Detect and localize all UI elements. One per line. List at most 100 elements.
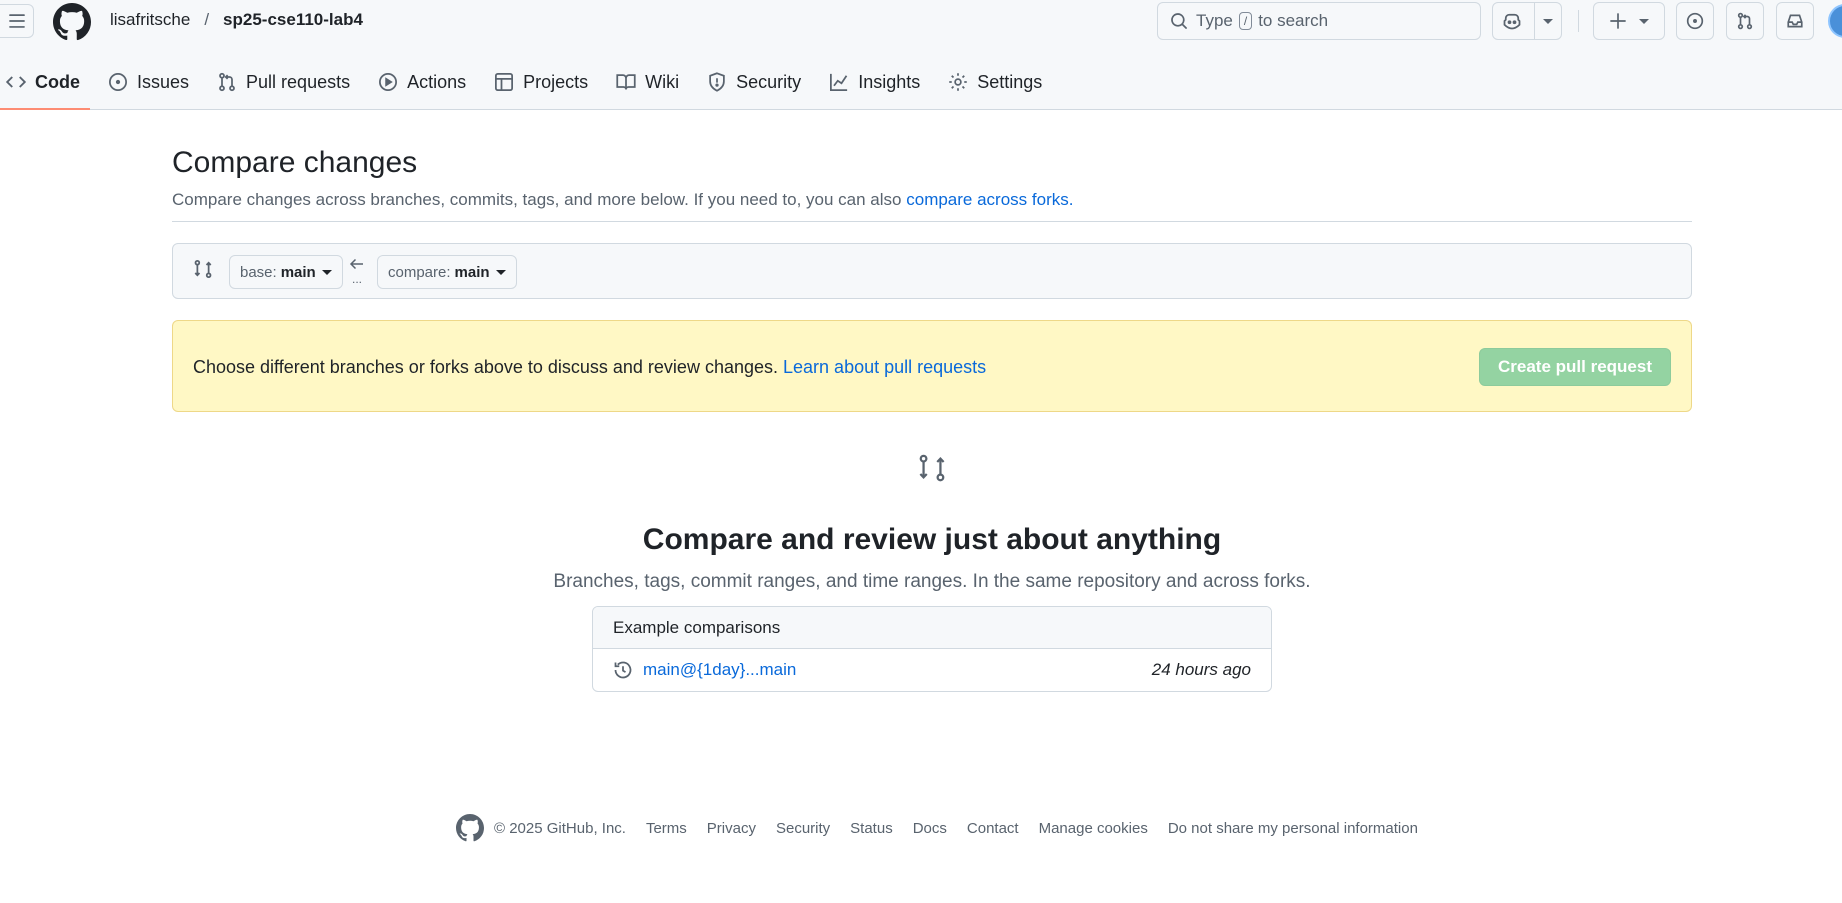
repo-nav: Code Issues Pull requests Actions Projec… — [0, 60, 1064, 110]
chevron-down-icon — [321, 269, 332, 275]
blankslate-text: Branches, tags, commit ranges, and time … — [553, 571, 1311, 592]
base-value: main — [280, 263, 316, 281]
copyright: © 2025 GitHub, Inc. — [494, 819, 626, 837]
create-dropdown-caret-icon — [1639, 18, 1649, 24]
blankslate: Compare and review just about anything B… — [172, 450, 1692, 593]
flash-message-text: Choose different branches or forks above… — [193, 357, 778, 377]
owner-link[interactable]: lisafritsche — [110, 10, 190, 30]
tab-label: Settings — [977, 71, 1043, 92]
blankslate-heading: Compare and review just about anything — [642, 523, 1222, 556]
issues-button[interactable] — [1676, 2, 1714, 40]
compare-label: compare: — [388, 263, 451, 281]
search-suffix: to search — [1258, 11, 1329, 30]
menu-button[interactable] — [0, 4, 34, 38]
avatar[interactable] — [1828, 4, 1842, 38]
issue-icon — [1686, 12, 1704, 30]
tab-security[interactable]: Security — [701, 60, 811, 104]
tab-wiki[interactable]: Wiki — [610, 60, 689, 104]
tab-label: Issues — [137, 71, 190, 92]
footer-link-status[interactable]: Status — [850, 820, 893, 837]
base-label: base: — [240, 263, 277, 281]
subtitle-text: Compare changes across branches, commits… — [172, 190, 902, 209]
tab-issues[interactable]: Issues — [102, 60, 199, 104]
breadcrumb: lisafritsche / sp25-cse110-lab4 — [110, 10, 363, 30]
arrow-left-icon — [349, 258, 363, 270]
tab-label: Projects — [523, 71, 589, 92]
range-editor: base: main ... compare: main — [172, 243, 1692, 299]
footer-link-docs[interactable]: Docs — [913, 820, 947, 837]
inbox-icon — [1787, 14, 1803, 28]
footer-link-manage-cookies[interactable]: Manage cookies — [1039, 820, 1148, 837]
learn-pull-requests-link[interactable]: Learn about pull requests — [783, 357, 986, 377]
example-comparisons-header: Example comparisons — [593, 607, 1271, 649]
repo-link[interactable]: sp25-cse110-lab4 — [223, 10, 363, 30]
tab-pull-requests[interactable]: Pull requests — [211, 60, 360, 104]
hamburger-icon — [8, 14, 25, 28]
inbox-button[interactable] — [1776, 2, 1814, 40]
example-comparisons: Example comparisons main@{1day}...main 2… — [592, 606, 1272, 692]
tab-code[interactable]: Code — [0, 60, 90, 110]
search-shortcut-key: / — [1238, 12, 1253, 30]
create-new-button[interactable] — [1593, 2, 1665, 40]
graph-icon — [829, 72, 849, 92]
pull-request-icon — [1737, 12, 1753, 30]
list-item: main@{1day}...main 24 hours ago — [593, 649, 1271, 691]
flash-message: Choose different branches or forks above… — [172, 320, 1692, 412]
example-comparison-link[interactable]: main@{1day}...main — [643, 660, 796, 680]
top-bar: lisafritsche / sp25-cse110-lab4 Type / t… — [0, 0, 1842, 44]
range-arrow: ... — [349, 256, 365, 286]
flash-text: Choose different branches or forks above… — [193, 357, 986, 378]
tab-label: Actions — [407, 71, 467, 92]
page-subtitle: Compare changes across branches, commits… — [172, 190, 1073, 210]
tab-settings[interactable]: Settings — [942, 60, 1052, 104]
history-icon — [613, 660, 633, 680]
divider — [172, 221, 1692, 222]
tab-insights[interactable]: Insights — [823, 60, 930, 104]
breadcrumb-separator: / — [204, 10, 210, 29]
code-icon — [6, 72, 26, 92]
footer-link-security[interactable]: Security — [776, 820, 830, 837]
shield-icon — [707, 72, 727, 92]
search-prefix: Type — [1196, 11, 1233, 30]
issue-icon — [108, 72, 128, 92]
play-icon — [378, 72, 398, 92]
range-dots: ... — [351, 272, 362, 286]
pull-request-icon — [217, 72, 237, 92]
header-divider — [1578, 10, 1579, 32]
github-logo-icon[interactable] — [53, 3, 91, 41]
tab-actions[interactable]: Actions — [372, 60, 476, 104]
tab-label: Security — [736, 71, 802, 92]
tab-label: Wiki — [645, 71, 680, 92]
footer-link-do-not-share[interactable]: Do not share my personal information — [1168, 820, 1418, 837]
copilot-icon — [1503, 13, 1520, 30]
tab-label: Insights — [858, 71, 921, 92]
table-icon — [494, 72, 514, 92]
copilot-dropdown-caret-icon — [1542, 18, 1553, 24]
compare-branch-select[interactable]: compare: main — [377, 255, 517, 289]
copilot-button[interactable] — [1492, 2, 1562, 40]
tab-label: Code — [35, 71, 80, 92]
book-icon — [616, 72, 636, 92]
search-icon — [1170, 12, 1188, 30]
compare-switch-icon[interactable] — [193, 259, 213, 279]
footer-link-contact[interactable]: Contact — [967, 820, 1019, 837]
create-pull-request-button[interactable]: Create pull request — [1479, 348, 1671, 386]
page-title: Compare changes — [172, 146, 418, 179]
tab-projects[interactable]: Projects — [488, 60, 598, 104]
github-logo-icon[interactable] — [456, 814, 484, 842]
search-input[interactable]: Type / to search — [1157, 2, 1481, 40]
footer-link-terms[interactable]: Terms — [646, 820, 687, 837]
gear-icon — [948, 72, 968, 92]
compare-across-forks-link[interactable]: compare across forks. — [906, 190, 1073, 209]
compare-switch-icon — [172, 453, 1692, 483]
tab-label: Pull requests — [246, 71, 351, 92]
chevron-down-icon — [495, 269, 506, 275]
pull-requests-button[interactable] — [1726, 2, 1764, 40]
page-footer: © 2025 GitHub, Inc. Terms Privacy Securi… — [456, 814, 1438, 842]
app-header: lisafritsche / sp25-cse110-lab4 Type / t… — [0, 0, 1842, 110]
compare-value: main — [454, 263, 490, 281]
example-comparison-time: 24 hours ago — [1151, 660, 1251, 679]
base-branch-select[interactable]: base: main — [229, 255, 343, 289]
plus-icon — [1610, 13, 1626, 29]
footer-link-privacy[interactable]: Privacy — [707, 820, 756, 837]
